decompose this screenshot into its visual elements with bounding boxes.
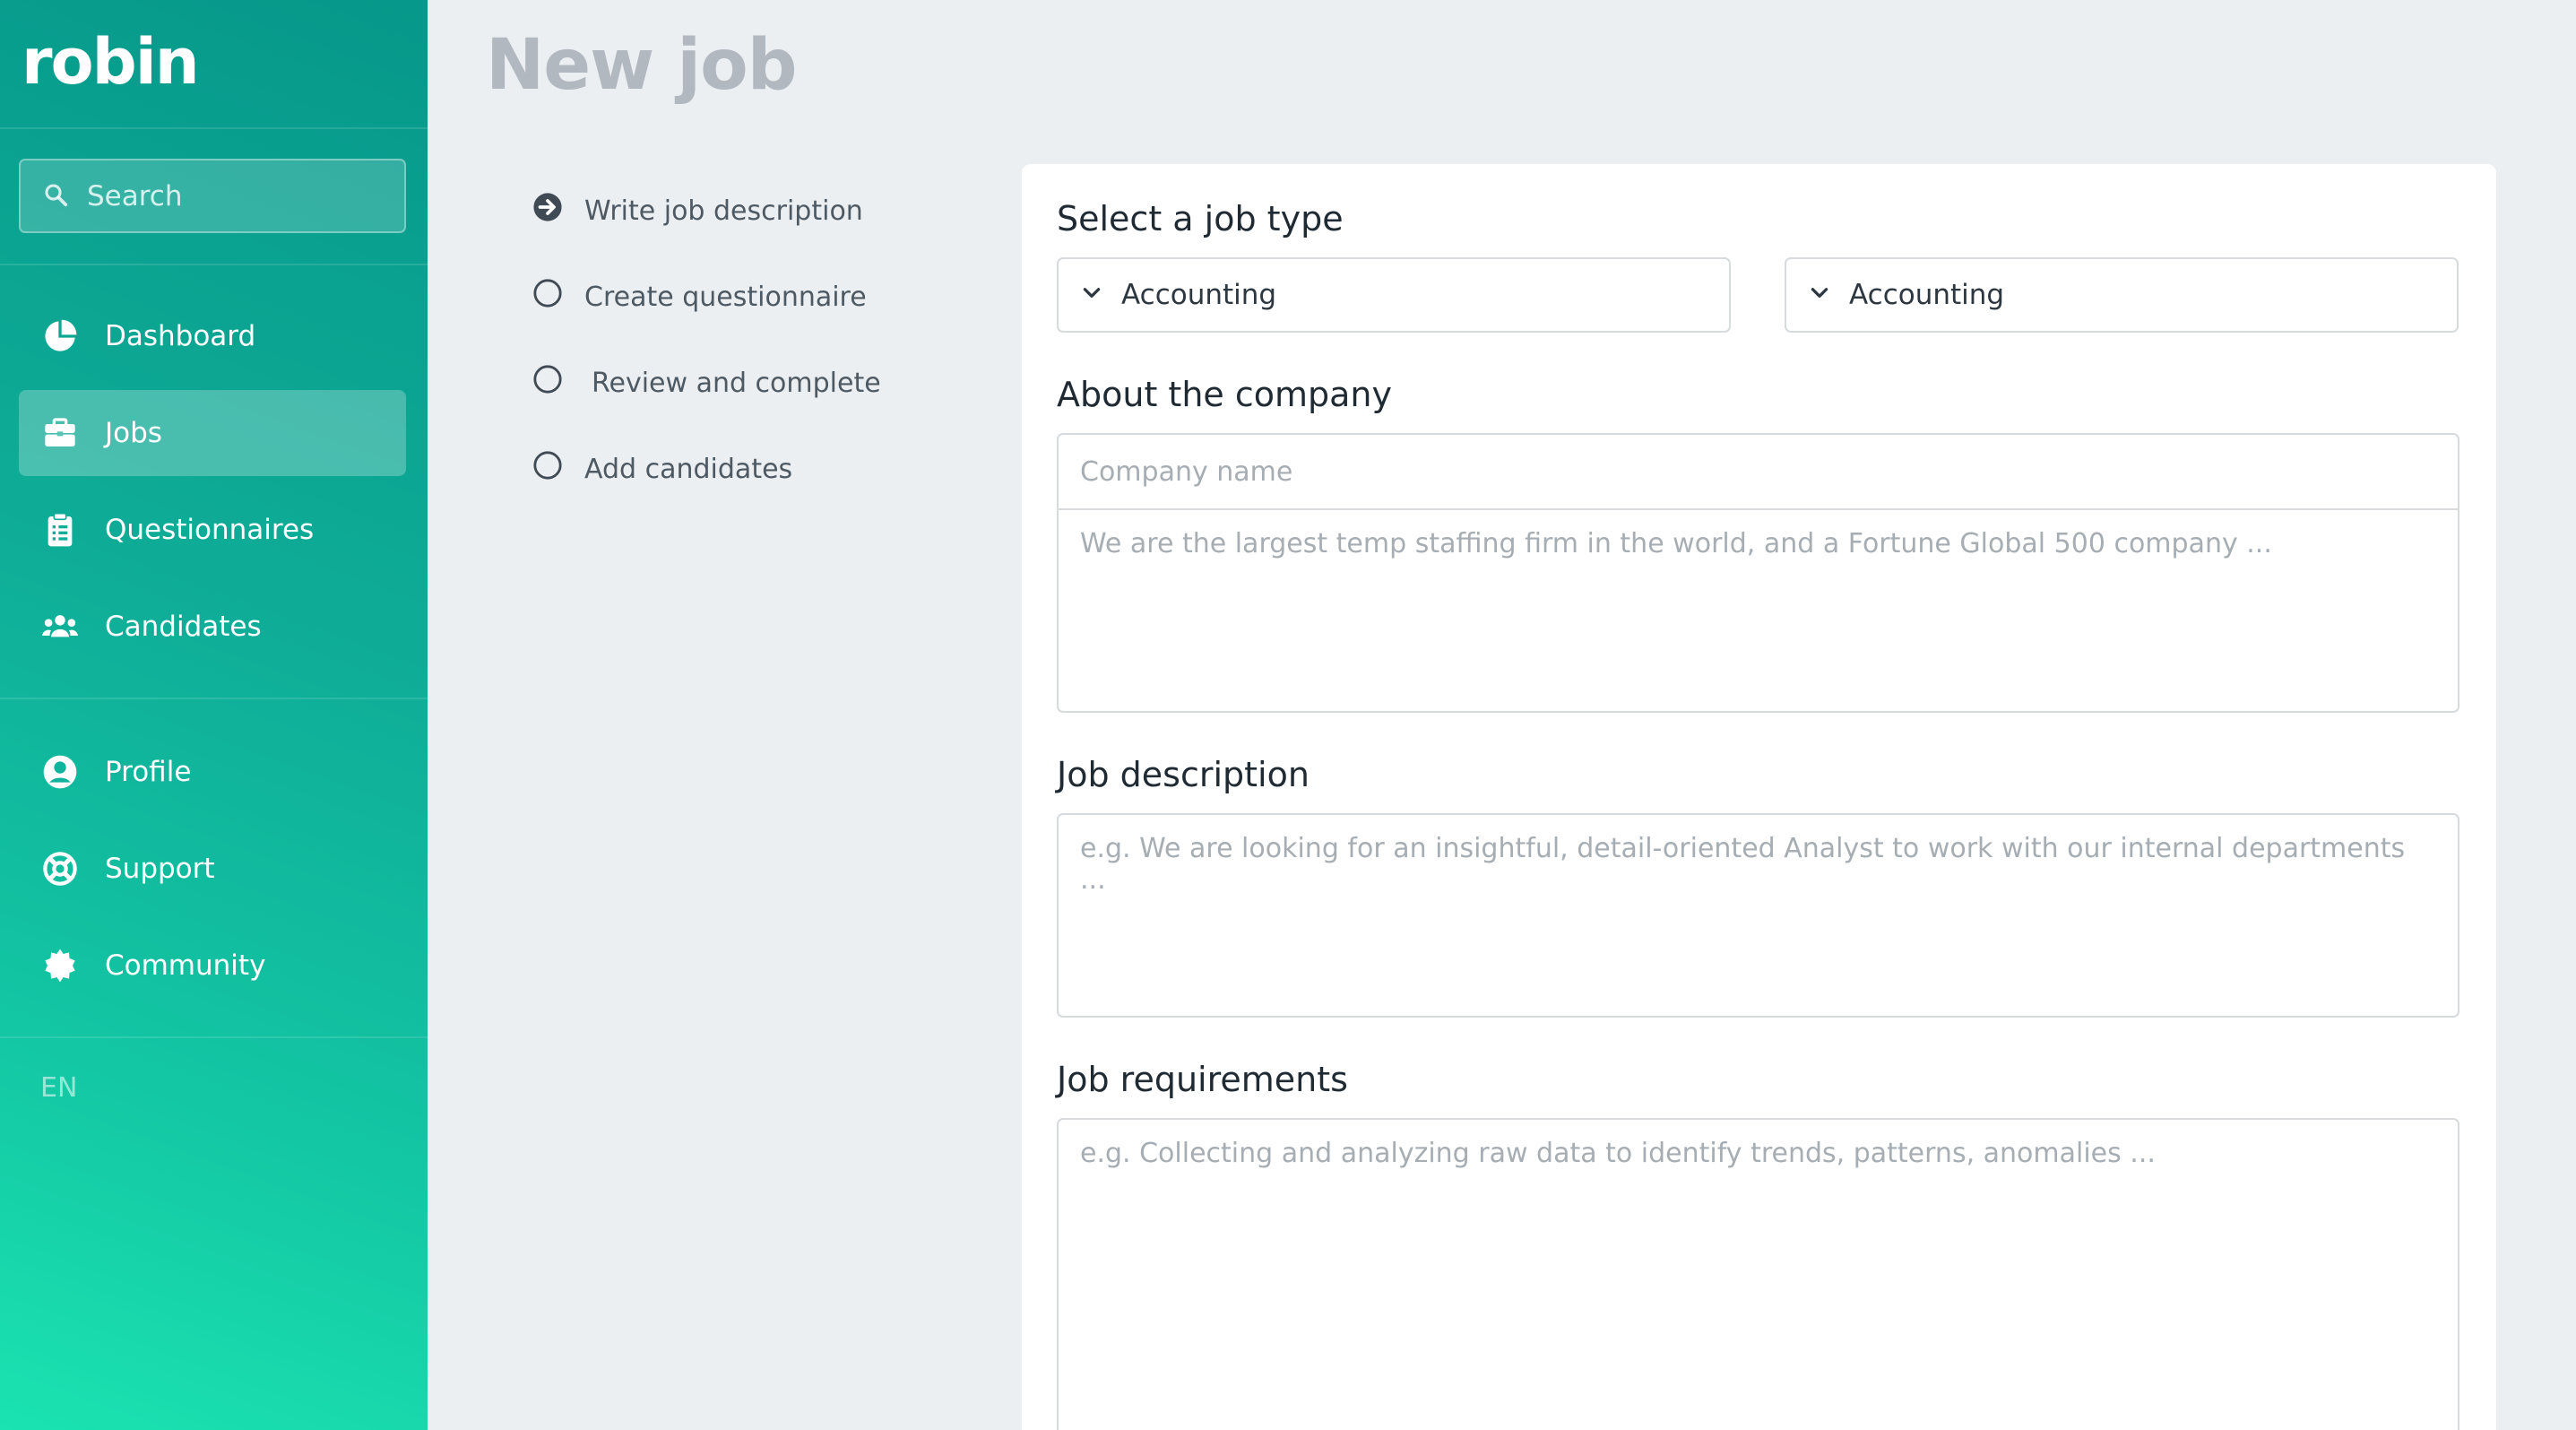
sidebar-item-label: Questionnaires xyxy=(105,514,315,546)
sidebar-item-candidates[interactable]: Candidates xyxy=(19,584,406,670)
step-add-candidates[interactable]: Add candidates xyxy=(532,450,792,488)
step-review-and-complete[interactable]: Review and complete xyxy=(532,364,881,402)
sidebar-item-label: Profile xyxy=(105,756,192,788)
users-icon xyxy=(40,607,80,646)
clipboard-icon xyxy=(40,510,80,550)
job-type-label: Select a job type xyxy=(1057,199,1344,238)
about-company-label: About the company xyxy=(1057,375,1393,414)
chevron-down-icon xyxy=(1080,279,1103,311)
briefcase-icon xyxy=(40,413,80,453)
step-label: Write job description xyxy=(584,195,863,227)
search-icon xyxy=(42,181,69,212)
job-description-label: Job description xyxy=(1057,755,1310,794)
select-value: Accounting xyxy=(1121,279,1277,311)
circle-icon xyxy=(532,364,563,402)
sidebar-divider xyxy=(0,127,428,129)
step-label: Create questionnaire xyxy=(584,281,867,313)
job-type-select-primary[interactable]: Accounting xyxy=(1057,257,1731,333)
sidebar-item-profile[interactable]: Profile xyxy=(19,729,406,815)
search-input[interactable] xyxy=(87,179,392,212)
step-label: Review and complete xyxy=(592,367,881,399)
sidebar-item-label: Candidates xyxy=(105,611,262,643)
sidebar-item-label: Jobs xyxy=(105,417,162,449)
step-create-questionnaire[interactable]: Create questionnaire xyxy=(532,278,867,316)
sidebar-item-questionnaires[interactable]: Questionnaires xyxy=(19,487,406,573)
circle-icon xyxy=(532,450,563,488)
sidebar-divider xyxy=(0,264,428,265)
brand-logo[interactable]: robin xyxy=(22,25,200,99)
job-description-textarea[interactable] xyxy=(1057,813,2459,1018)
sidebar-item-label: Support xyxy=(105,853,215,885)
life-ring-icon xyxy=(40,849,80,888)
chevron-down-icon xyxy=(1808,279,1831,311)
select-value: Accounting xyxy=(1849,279,2005,311)
job-type-select-secondary[interactable]: Accounting xyxy=(1785,257,2459,333)
sidebar-divider xyxy=(0,1036,428,1038)
sidebar-item-dashboard[interactable]: Dashboard xyxy=(19,293,406,379)
job-requirements-textarea[interactable] xyxy=(1057,1118,2459,1430)
sidebar-divider xyxy=(0,698,428,699)
user-circle-icon xyxy=(40,752,80,792)
company-name-input[interactable] xyxy=(1057,433,2459,510)
pie-chart-icon xyxy=(40,316,80,356)
sidebar: robin Dashboard Jobs Questionnaires Cand… xyxy=(0,0,428,1430)
step-write-job-description[interactable]: Write job description xyxy=(532,192,863,230)
page-title: New job xyxy=(486,25,798,106)
sidebar-item-label: Dashboard xyxy=(105,320,256,352)
sidebar-item-jobs[interactable]: Jobs xyxy=(19,390,406,476)
circle-icon xyxy=(532,278,563,316)
sidebar-item-label: Community xyxy=(105,949,266,982)
step-label: Add candidates xyxy=(584,453,793,485)
company-about-textarea[interactable] xyxy=(1057,508,2459,713)
job-requirements-label: Job requirements xyxy=(1057,1060,1348,1099)
sidebar-search[interactable] xyxy=(19,159,406,233)
sidebar-item-support[interactable]: Support xyxy=(19,826,406,912)
arrow-circle-right-icon xyxy=(532,192,563,230)
sidebar-item-community[interactable]: Community xyxy=(19,923,406,1009)
language-selector[interactable]: EN xyxy=(40,1072,77,1104)
certificate-icon xyxy=(40,946,80,985)
